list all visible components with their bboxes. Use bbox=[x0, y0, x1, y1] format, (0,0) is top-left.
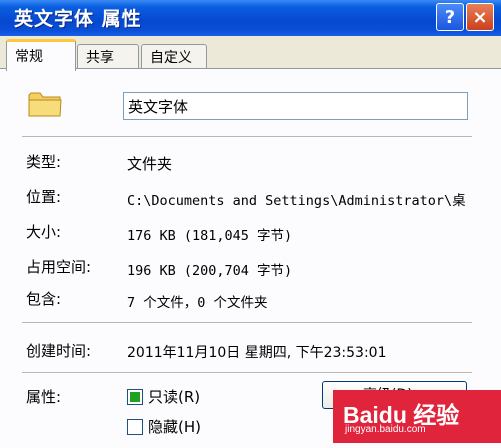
type-label: 类型: bbox=[26, 153, 62, 171]
readonly-checkbox[interactable] bbox=[127, 389, 143, 405]
tab-general-label: 常规 bbox=[15, 49, 43, 65]
separator bbox=[22, 322, 472, 324]
tab-customize[interactable]: 自定义 bbox=[141, 44, 207, 68]
folder-icon bbox=[28, 92, 62, 117]
contains-label: 包含: bbox=[26, 290, 62, 308]
separator bbox=[22, 372, 472, 374]
tab-customize-label: 自定义 bbox=[150, 50, 192, 66]
size-label: 大小: bbox=[26, 223, 62, 241]
size-on-disk-label: 占用空间: bbox=[26, 258, 92, 276]
help-button[interactable]: ? bbox=[436, 3, 464, 31]
size-on-disk-value: 196 KB (200,704 字节) bbox=[127, 263, 293, 279]
tab-sharing-label: 共享 bbox=[86, 50, 114, 66]
created-label: 创建时间: bbox=[26, 342, 92, 360]
attributes-label: 属性: bbox=[26, 388, 62, 406]
folder-name-input[interactable] bbox=[123, 92, 468, 120]
watermark-url: jingyan.baidu.com bbox=[345, 424, 426, 435]
close-icon: × bbox=[472, 6, 488, 28]
created-value: 2011年11月10日 星期四, 下午23:53:01 bbox=[127, 345, 387, 361]
tab-strip: 常规 共享 自定义 bbox=[0, 36, 501, 71]
watermark: Baidu 经验 jingyan.baidu.com bbox=[333, 390, 501, 443]
tab-sharing[interactable]: 共享 bbox=[77, 44, 139, 68]
contains-value: 7 个文件，0 个文件夹 bbox=[127, 295, 268, 311]
close-button[interactable]: × bbox=[466, 3, 494, 31]
location-label: 位置: bbox=[26, 188, 62, 206]
hidden-checkbox[interactable] bbox=[127, 419, 143, 435]
title-bar[interactable]: 英文字体 属性 ? × bbox=[0, 0, 501, 36]
readonly-label[interactable]: 只读(R) bbox=[148, 386, 200, 407]
type-value: 文件夹 bbox=[127, 155, 173, 173]
location-value: C:\Documents and Settings\Administrator\… bbox=[127, 193, 466, 209]
help-icon: ? bbox=[444, 6, 456, 28]
window-title: 英文字体 属性 bbox=[14, 8, 142, 30]
tab-general[interactable]: 常规 bbox=[6, 39, 76, 71]
separator bbox=[22, 136, 472, 138]
size-value: 176 KB (181,045 字节) bbox=[127, 228, 293, 244]
hidden-label[interactable]: 隐藏(H) bbox=[148, 416, 201, 437]
